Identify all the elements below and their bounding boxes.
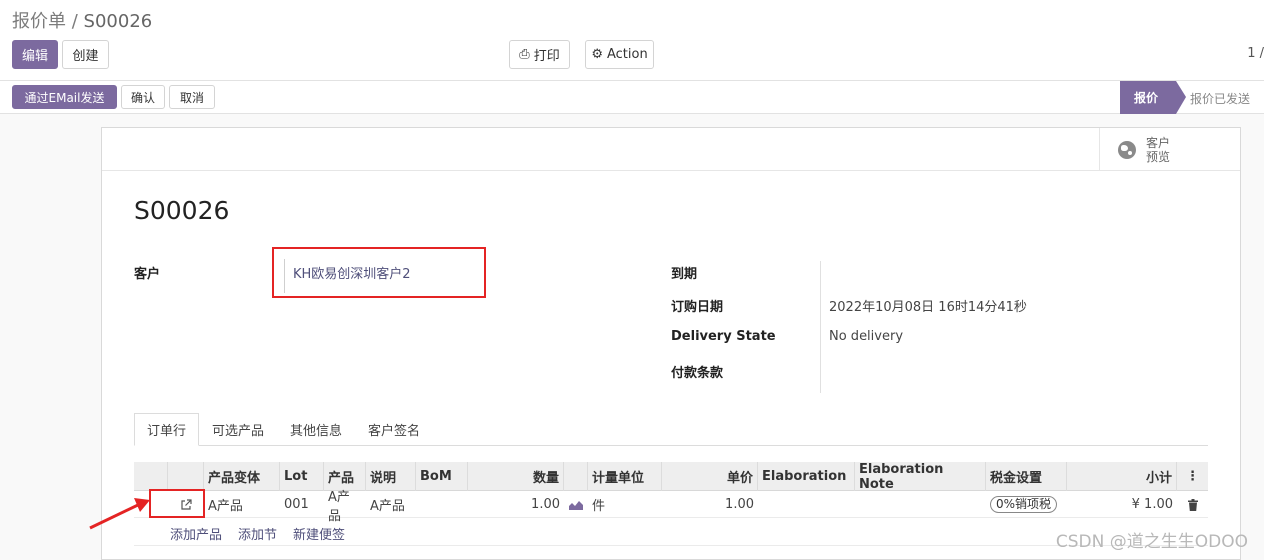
payment-terms-label: 付款条款 bbox=[671, 366, 724, 381]
col-bom[interactable]: BoM bbox=[416, 462, 468, 491]
tab-order-lines[interactable]: 订单行 bbox=[134, 413, 200, 446]
add-section-link[interactable]: 添加节 bbox=[238, 524, 277, 543]
add-note-link[interactable]: 新建便签 bbox=[293, 524, 345, 543]
cell-subtotal: ¥ 1.00 bbox=[1131, 497, 1173, 512]
col-product-variant[interactable]: 产品变体 bbox=[204, 462, 280, 491]
preview-line-2: 预览 bbox=[1146, 149, 1171, 164]
confirm-label: 确认 bbox=[130, 90, 155, 105]
print-icon: ⎙ bbox=[519, 47, 530, 62]
highlight-box-open-record bbox=[149, 489, 205, 518]
col-forecast bbox=[564, 462, 588, 491]
action-button[interactable]: ⚙ Action bbox=[585, 40, 654, 69]
tab-customer-signature[interactable]: 客户签名 bbox=[368, 413, 420, 446]
edit-button[interactable]: 编辑 bbox=[12, 40, 58, 69]
breadcrumb-separator: / bbox=[71, 11, 78, 32]
preview-line-1: 客户 bbox=[1146, 135, 1171, 150]
delivery-state-label: Delivery State bbox=[671, 329, 776, 344]
col-taxes[interactable]: 税金设置 bbox=[986, 462, 1067, 491]
order-date-label: 订购日期 bbox=[671, 300, 724, 315]
tax-badge: 0%销项税 bbox=[990, 496, 1058, 513]
stage-quotation[interactable]: 报价 bbox=[1120, 81, 1186, 114]
cell-product-variant: A产品 bbox=[208, 499, 243, 514]
customer-preview-label: 客户 预览 bbox=[1146, 136, 1170, 164]
delivery-state-value: No delivery bbox=[829, 329, 904, 344]
action-button-label: Action bbox=[606, 47, 648, 62]
cell-unit-price: 1.00 bbox=[725, 497, 754, 512]
create-button-label: 创建 bbox=[72, 49, 99, 64]
print-button-label: 打印 bbox=[533, 49, 560, 64]
gear-icon: ⚙ bbox=[591, 47, 603, 62]
cell-product: A产品 bbox=[328, 489, 350, 524]
confirm-button[interactable]: 确认 bbox=[121, 85, 165, 109]
col-handle bbox=[134, 462, 168, 491]
tab-optional-products[interactable]: 可选产品 bbox=[212, 413, 264, 446]
col-unit-price[interactable]: 单价 bbox=[662, 462, 758, 491]
stage-quotation-sent[interactable]: 报价已发送 bbox=[1190, 90, 1250, 107]
button-box: 客户 预览 bbox=[102, 128, 1240, 171]
col-subtotal[interactable]: 小计 bbox=[1067, 462, 1177, 491]
col-quantity[interactable]: 数量 bbox=[468, 462, 564, 491]
cell-taxes: 0%销项税 bbox=[986, 491, 1067, 518]
annotation-arrow bbox=[89, 498, 150, 530]
stage-quotation-label: 报价 bbox=[1134, 91, 1159, 105]
print-button[interactable]: ⎙ 打印 bbox=[509, 40, 570, 69]
pager-value[interactable]: 1 / bbox=[1247, 46, 1264, 61]
breadcrumb: 报价单 / S00026 bbox=[12, 7, 152, 33]
add-product-link[interactable]: 添加产品 bbox=[170, 524, 222, 543]
cell-description: A产品 bbox=[370, 499, 405, 514]
due-date-label: 到期 bbox=[671, 267, 698, 282]
trash-icon[interactable] bbox=[1177, 491, 1208, 518]
cell-uom: 件 bbox=[592, 499, 606, 514]
send-email-button[interactable]: 通过EMail发送 bbox=[12, 85, 117, 109]
customer-label: 客户 bbox=[134, 267, 161, 282]
watermark: CSDN @道之生生ODOO bbox=[1055, 532, 1248, 552]
forecast-chart-icon[interactable] bbox=[564, 491, 588, 518]
table-row[interactable]: A产品 001 A产品 A产品 1.00 件 1.00 0%销项税 ¥ 1.00 bbox=[134, 489, 1208, 524]
breadcrumb-current: S00026 bbox=[83, 11, 153, 32]
add-line-row: 添加产品 添加节 新建便签 bbox=[134, 518, 1208, 546]
column-options-icon[interactable]: ⋮ bbox=[1177, 462, 1208, 491]
col-elaboration-note[interactable]: Elaboration Note bbox=[855, 462, 986, 492]
field-divider bbox=[820, 261, 821, 393]
order-date-value[interactable]: 2022年10月08日 16时14分41秒 bbox=[829, 296, 1027, 315]
form-sheet: 客户 预览 S00026 客户 KH欧易创深圳客户2 到期 订购日期 2022年… bbox=[101, 127, 1241, 560]
cell-lot: 001 bbox=[284, 497, 309, 512]
cancel-button[interactable]: 取消 bbox=[169, 85, 215, 109]
notebook-tabs: 订单行 可选产品 其他信息 客户签名 bbox=[134, 413, 1208, 446]
cell-quantity: 1.00 bbox=[531, 497, 560, 512]
col-elaboration[interactable]: Elaboration bbox=[758, 462, 855, 491]
col-lot[interactable]: Lot bbox=[280, 462, 324, 491]
cancel-label: 取消 bbox=[179, 90, 204, 105]
col-open bbox=[168, 462, 204, 491]
record-title: S00026 bbox=[134, 196, 230, 225]
create-button[interactable]: 创建 bbox=[62, 40, 109, 69]
highlight-box-customer bbox=[272, 247, 486, 298]
col-description[interactable]: 说明 bbox=[366, 462, 416, 491]
breadcrumb-parent-link[interactable]: 报价单 bbox=[12, 11, 66, 32]
col-uom[interactable]: 计量单位 bbox=[588, 462, 662, 491]
control-panel: 报价单 / S00026 编辑 创建 ⎙ 打印 ⚙ Action 1 / bbox=[0, 0, 1264, 81]
edit-button-label: 编辑 bbox=[21, 49, 48, 64]
customer-preview-button[interactable]: 客户 预览 bbox=[1099, 128, 1240, 171]
tab-other-info[interactable]: 其他信息 bbox=[290, 413, 342, 446]
globe-icon bbox=[1118, 140, 1136, 159]
send-email-label: 通过EMail发送 bbox=[24, 90, 105, 105]
table-header: 产品变体 Lot 产品 说明 BoM 数量 计量单位 单价 Elaboratio… bbox=[134, 462, 1208, 492]
status-bar: 通过EMail发送 确认 取消 报价 报价已发送 bbox=[0, 81, 1264, 114]
